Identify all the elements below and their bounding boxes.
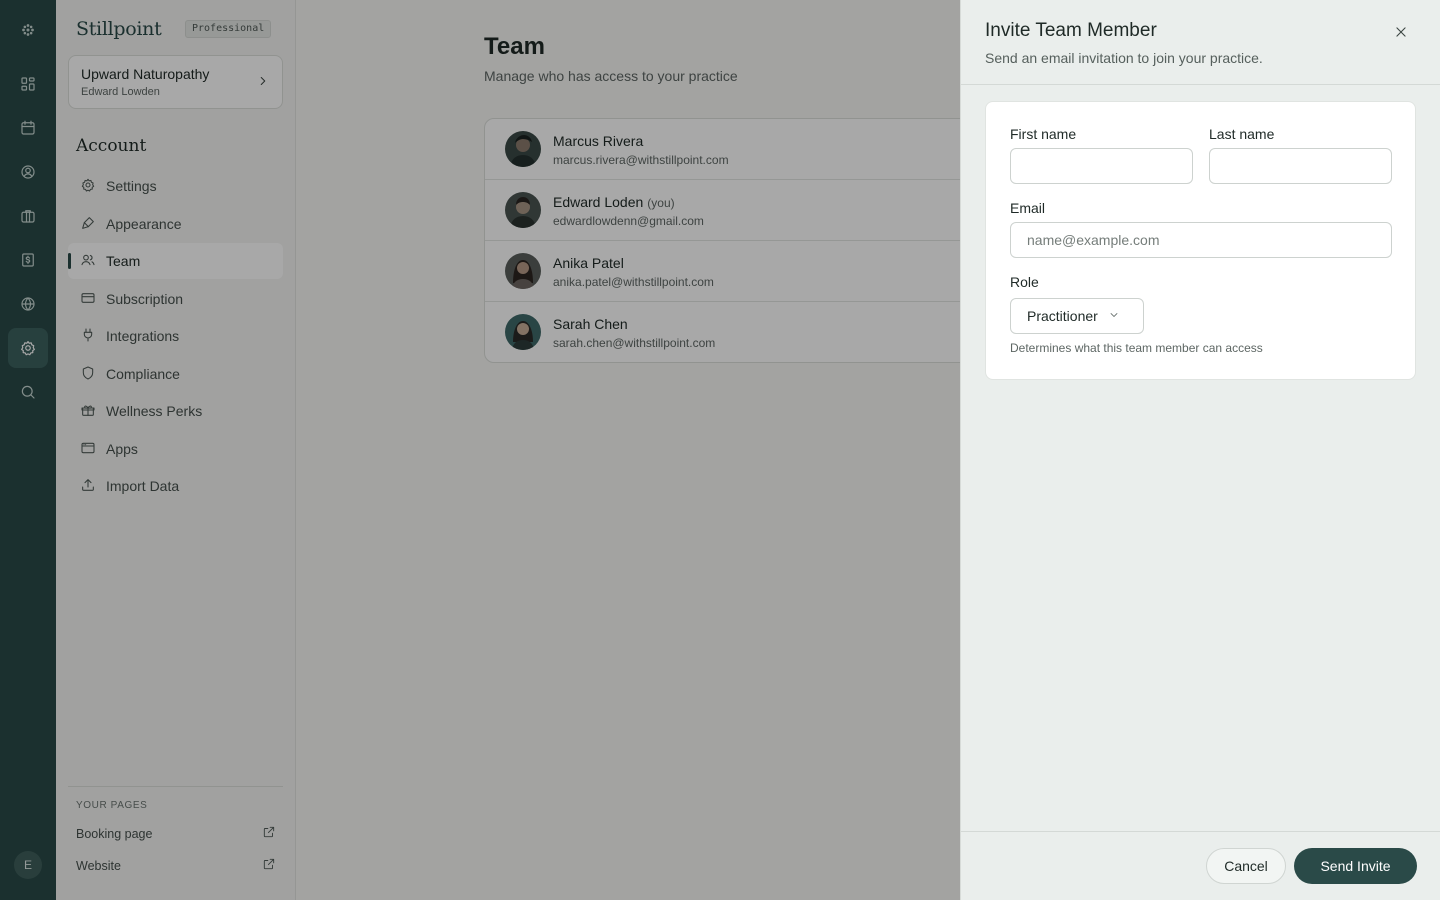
chevron-down-icon — [1108, 308, 1120, 324]
send-invite-button[interactable]: Send Invite — [1294, 848, 1417, 884]
invite-form: First name Last name Email Role Practiti… — [985, 101, 1416, 380]
role-hint: Determines what this team member can acc… — [1010, 341, 1263, 355]
role-select-value: Practitioner — [1027, 308, 1098, 324]
drawer-title: Invite Team Member — [985, 20, 1157, 41]
role-label: Role — [1010, 274, 1039, 290]
last-name-field[interactable] — [1209, 148, 1392, 184]
email-label: Email — [1010, 200, 1046, 216]
first-name-field[interactable] — [1010, 148, 1193, 184]
drawer-subtitle: Send an email invitation to join your pr… — [985, 50, 1263, 66]
role-select[interactable]: Practitioner — [1010, 298, 1144, 334]
divider — [961, 831, 1440, 832]
invite-drawer: Invite Team Member Send an email invitat… — [960, 0, 1440, 900]
cancel-button[interactable]: Cancel — [1206, 848, 1286, 884]
first-name-label: First name — [1010, 126, 1077, 142]
last-name-label: Last name — [1209, 126, 1275, 142]
divider — [961, 84, 1440, 85]
close-button[interactable] — [1391, 24, 1411, 44]
email-field[interactable] — [1010, 222, 1392, 258]
close-icon — [1394, 25, 1408, 44]
